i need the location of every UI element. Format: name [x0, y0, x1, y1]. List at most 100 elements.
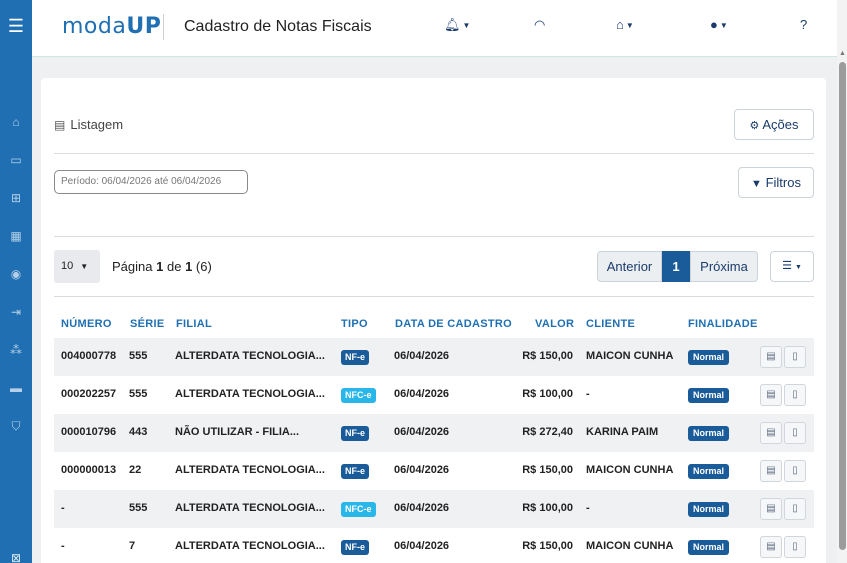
pagination: Anterior 1 Próxima [597, 251, 758, 282]
bell-icon[interactable]: 🔔︎ ▼ [444, 17, 470, 33]
finalidade-badge: Normal [688, 426, 730, 441]
col-valor[interactable]: VALOR [535, 318, 574, 330]
coins-icon[interactable]: ◉ [6, 266, 26, 282]
cell-filial: ALTERDATA TECNOLOGIA... [175, 388, 325, 400]
periodo-filter-chip[interactable]: Período: 06/04/2026 até 06/04/2026 [54, 170, 248, 194]
cell-cliente: MAICON CUNHA [586, 464, 674, 476]
danfe-book-icon[interactable]: ▤ [760, 460, 782, 482]
collapse-icon[interactable]: ⊠ [6, 550, 26, 563]
app-logo[interactable]: modaUP [62, 14, 161, 39]
cell-valor: R$ 272,40 [522, 426, 573, 438]
col-serie[interactable]: SÉRIE [130, 318, 165, 330]
cell-cliente: MAICON CUNHA [586, 540, 674, 552]
store-icon[interactable]: ⌂ ▼ [616, 17, 634, 32]
table-row[interactable]: 000000013 22 ALTERDATA TECNOLOGIA... NF-e 06… [54, 452, 814, 490]
store-icon[interactable]: ▭ [6, 152, 26, 168]
table-row[interactable]: - 555 ALTERDATA TECNOLOGIA... NFC-e 06/04/20… [54, 490, 814, 528]
scrollbar-thumb[interactable] [839, 62, 846, 550]
cell-valor: R$ 150,00 [522, 350, 573, 362]
shield-icon[interactable]: ⛉ [6, 418, 26, 434]
col-cliente[interactable]: CLIENTE [586, 318, 635, 330]
col-data[interactable]: DATA DE CADASTRO [395, 318, 512, 330]
cell-serie: 22 [129, 464, 142, 476]
cell-numero: 004000778 [61, 350, 117, 362]
danfe-book-icon[interactable]: ▤ [760, 536, 782, 558]
cell-numero: - [61, 502, 65, 514]
cell-valor: R$ 100,00 [522, 502, 573, 514]
xml-file-icon[interactable]: ▯ [784, 498, 806, 520]
danfe-book-icon[interactable]: ▤ [760, 384, 782, 406]
cell-data: 06/04/2026 [394, 540, 450, 552]
sidebar: ☰ ⌂ ▭ ⊞ ▦ ◉ ⇥ ⁂ ▬ ⛉ ⊠ [0, 0, 32, 563]
cell-cliente: KARINA PAIM [586, 426, 659, 438]
cell-data: 06/04/2026 [394, 388, 450, 400]
table-row[interactable]: 000010796 443 NÃO UTILIZAR - FILIA... NF-e 0… [54, 414, 814, 452]
list-icon: ▤ [54, 118, 66, 132]
cell-filial: ALTERDATA TECNOLOGIA... [175, 502, 325, 514]
col-filial[interactable]: FILIAL [176, 318, 212, 330]
xml-file-icon[interactable]: ▯ [784, 384, 806, 406]
cell-cliente: - [586, 388, 590, 400]
cart-icon[interactable]: ▬ [6, 380, 26, 396]
danfe-book-icon[interactable]: ▤ [760, 346, 782, 368]
xml-file-icon[interactable]: ▯ [784, 422, 806, 444]
tipo-badge: NF-e [341, 350, 369, 365]
menu-icon[interactable]: ☰ [6, 16, 26, 36]
help-icon[interactable]: ? [800, 17, 807, 32]
finalidade-badge: Normal [688, 464, 730, 479]
cell-data: 06/04/2026 [394, 426, 450, 438]
page-size-select[interactable]: 10 ▼ [54, 250, 100, 283]
col-tipo[interactable]: TIPO [341, 318, 368, 330]
xml-file-icon[interactable]: ▯ [784, 346, 806, 368]
tipo-badge: NFC-e [341, 388, 376, 403]
danfe-book-icon[interactable]: ▤ [760, 498, 782, 520]
xml-file-icon[interactable]: ▯ [784, 536, 806, 558]
user-icon[interactable]: ● ▼ [710, 17, 728, 32]
network-icon[interactable]: ⁂ [6, 342, 26, 358]
table-row[interactable]: 000202257 555 ALTERDATA TECNOLOGIA... NFC-e… [54, 376, 814, 414]
cell-numero: 000010796 [61, 426, 117, 438]
sitemap-icon[interactable]: ⊞ [6, 190, 26, 206]
view-options-button[interactable]: ☰ ▼ [770, 251, 814, 282]
table-header: NÚMERO SÉRIE FILIAL TIPO DATA DE CADASTR… [54, 316, 814, 338]
cell-serie: 7 [129, 540, 136, 552]
prev-page-button[interactable]: Anterior [597, 251, 662, 282]
acoes-button[interactable]: ⚙ Ações [734, 109, 814, 140]
page-1-button[interactable]: 1 [662, 251, 690, 282]
cell-valor: R$ 100,00 [522, 388, 573, 400]
cell-filial: ALTERDATA TECNOLOGIA... [175, 540, 325, 552]
home-icon[interactable]: ⌂ [6, 114, 26, 130]
cell-data: 06/04/2026 [394, 350, 450, 362]
tipo-badge: NF-e [341, 426, 369, 441]
wifi-icon[interactable]: ◠ [534, 17, 545, 33]
scroll-up-icon[interactable]: ▲ [839, 50, 846, 57]
finalidade-badge: Normal [688, 388, 730, 403]
divider [54, 153, 814, 154]
top-header: modaUP Cadastro de Notas Fiscais 🔔︎ ▼ ◠ ⌂… [32, 0, 837, 57]
xml-file-icon[interactable]: ▯ [784, 460, 806, 482]
tipo-badge: NFC-e [341, 502, 376, 517]
col-numero[interactable]: NÚMERO [61, 318, 112, 330]
table-row[interactable]: 004000778 555 ALTERDATA TECNOLOGIA... NF-e 0… [54, 338, 814, 376]
page-scrollbar[interactable]: ▲ [837, 0, 847, 563]
finalidade-badge: Normal [688, 350, 730, 365]
cell-filial: ALTERDATA TECNOLOGIA... [175, 464, 325, 476]
cell-numero: 000202257 [61, 388, 117, 400]
col-finalidade[interactable]: FINALIDADE [688, 318, 758, 330]
cell-data: 06/04/2026 [394, 464, 450, 476]
finalidade-badge: Normal [688, 540, 730, 555]
caret-down-icon: ▼ [795, 264, 802, 271]
table-row[interactable]: - 7 ALTERDATA TECNOLOGIA... NF-e 06/04/2026 R… [54, 528, 814, 563]
cell-valor: R$ 150,00 [522, 464, 573, 476]
boxes-icon[interactable]: ▦ [6, 228, 26, 244]
next-page-button[interactable]: Próxima [690, 251, 758, 282]
filter-icon: ▼ [751, 178, 762, 190]
cell-valor: R$ 150,00 [522, 540, 573, 552]
danfe-book-icon[interactable]: ▤ [760, 422, 782, 444]
filtros-button[interactable]: ▼ Filtros [738, 167, 814, 198]
caret-down-icon: ▼ [80, 262, 89, 271]
cell-numero: 000000013 [61, 464, 117, 476]
finalidade-badge: Normal [688, 502, 730, 517]
cell-cliente: MAICON CUNHA [586, 350, 674, 362]
exit-icon[interactable]: ⇥ [6, 304, 26, 320]
